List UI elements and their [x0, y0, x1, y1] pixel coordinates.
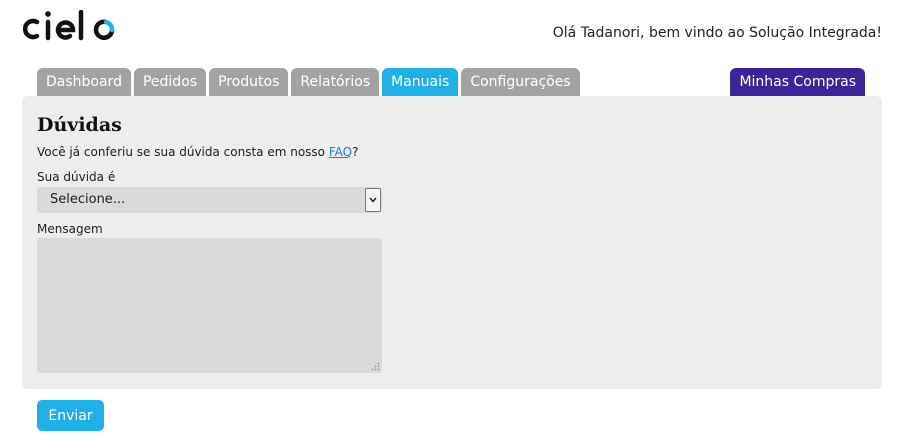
faq-intro-text: Você já conferiu se sua dúvida consta em…: [37, 145, 329, 159]
main-nav-tabs: Dashboard Pedidos Produtos Relatórios Ma…: [37, 68, 580, 96]
tab-produtos[interactable]: Produtos: [209, 68, 289, 96]
message-label: Mensagem: [37, 222, 103, 236]
tab-dashboard[interactable]: Dashboard: [37, 68, 131, 96]
resize-grip-icon[interactable]: [370, 361, 380, 371]
faq-intro-suffix: ?: [352, 145, 359, 159]
tab-minhas-compras[interactable]: Minhas Compras: [730, 68, 865, 96]
tab-pedidos[interactable]: Pedidos: [133, 68, 207, 96]
questions-panel: Dúvidas Você já conferiu se sua dúvida c…: [22, 96, 882, 389]
send-button[interactable]: Enviar: [37, 400, 104, 431]
faq-intro: Você já conferiu se sua dúvida consta em…: [37, 145, 358, 159]
faq-link[interactable]: FAQ: [329, 145, 352, 159]
question-label: Sua dúvida é: [37, 170, 116, 184]
tab-configuracoes[interactable]: Configurações: [461, 68, 580, 96]
message-textarea[interactable]: [37, 238, 382, 373]
tab-relatorios[interactable]: Relatórios: [291, 68, 380, 96]
welcome-greeting: Olá Tadanori, bem vindo ao Solução Integ…: [552, 25, 882, 41]
page-title: Dúvidas: [37, 114, 122, 136]
cielo-logo[interactable]: [22, 9, 122, 44]
chevron-down-icon[interactable]: [365, 188, 381, 212]
question-select-value: Selecione...: [50, 192, 126, 207]
question-select[interactable]: Selecione...: [37, 187, 382, 213]
tab-manuais[interactable]: Manuais: [382, 68, 459, 96]
